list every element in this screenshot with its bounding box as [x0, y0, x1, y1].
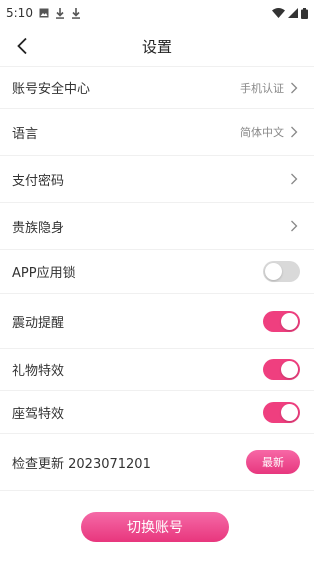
latest-version-button[interactable]: 最新 — [246, 450, 300, 474]
nav-bar: 设置 — [0, 26, 314, 66]
wifi-icon — [272, 8, 285, 18]
chevron-right-icon — [288, 173, 300, 185]
toggle-knob — [281, 312, 298, 330]
mount-effects-toggle[interactable] — [263, 401, 300, 423]
image-icon — [39, 8, 49, 18]
check-update-row: 检查更新 2023071201 最新 — [0, 433, 314, 491]
gift-effects-toggle[interactable] — [263, 359, 300, 380]
vibration-label: 震动提醒 — [12, 315, 65, 331]
language-value: 简体中文 — [240, 126, 284, 139]
app-lock-toggle[interactable] — [263, 261, 300, 282]
back-button[interactable] — [8, 32, 36, 60]
chevron-right-icon — [288, 220, 300, 232]
noble-invisible-row[interactable]: 贵族隐身 — [0, 202, 314, 249]
toggle-knob — [281, 361, 298, 378]
page-title: 设置 — [141, 37, 172, 56]
mount-effects-label: 座驾特效 — [12, 406, 65, 422]
settings-list: 账号安全中心 手机认证 语言 简体中文 支付密码 贵族隐身 APP应用锁 震动提… — [0, 66, 314, 491]
payment-password-row[interactable]: 支付密码 — [0, 155, 314, 202]
account-security-value: 手机认证 — [240, 81, 284, 95]
check-update-label: 检查更新 2023071201 — [12, 456, 151, 472]
download-icon — [55, 7, 64, 19]
status-time: 5:10 — [6, 6, 33, 20]
chevron-right-icon — [288, 82, 300, 94]
gift-effects-label: 礼物特效 — [12, 364, 65, 379]
download-icon — [71, 7, 80, 19]
chevron-left-icon — [17, 37, 27, 55]
account-security-row[interactable]: 账号安全中心 手机认证 — [0, 66, 314, 108]
signal-icon — [288, 8, 298, 18]
app-lock-row: APP应用锁 — [0, 249, 314, 293]
vibration-toggle[interactable] — [263, 310, 300, 332]
language-row[interactable]: 语言 简体中文 — [0, 108, 314, 155]
mount-effects-row: 座驾特效 — [0, 390, 314, 433]
toggle-knob — [281, 403, 298, 421]
status-bar: 5:10 — [0, 0, 314, 26]
payment-password-label: 支付密码 — [12, 173, 65, 189]
app-lock-label: APP应用锁 — [12, 266, 76, 281]
vibration-row: 震动提醒 — [0, 293, 314, 348]
switch-account-button[interactable]: 切换账号 — [81, 512, 229, 542]
account-security-label: 账号安全中心 — [12, 82, 91, 97]
chevron-right-icon — [288, 126, 300, 138]
toggle-knob — [265, 263, 282, 280]
gift-effects-row: 礼物特效 — [0, 348, 314, 390]
noble-invisible-label: 贵族隐身 — [12, 220, 65, 236]
battery-icon — [301, 7, 308, 19]
language-label: 语言 — [12, 126, 39, 142]
